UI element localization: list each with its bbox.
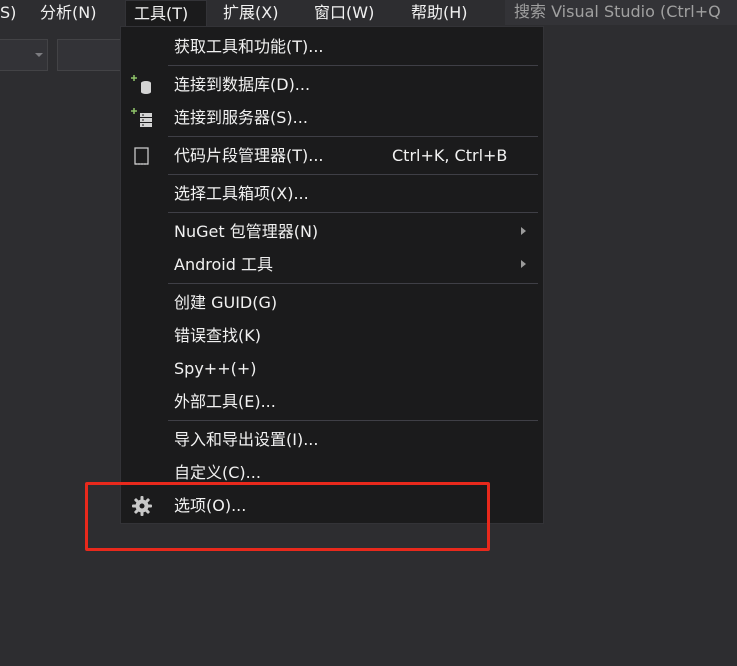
menu-analyze[interactable]: 分析(N): [34, 0, 102, 26]
menu-separator: [168, 174, 538, 175]
menu-item-android-tools[interactable]: Android 工具: [121, 248, 543, 281]
tools-dropdown-menu: 获取工具和功能(T)... 连接到数据库(D)... 连接到服务器(S)... …: [120, 26, 544, 524]
menu-item-connect-database[interactable]: 连接到数据库(D)...: [121, 68, 543, 101]
menu-item-error-lookup[interactable]: 错误查找(K): [121, 319, 543, 352]
menu-item-choose-toolbox-items[interactable]: 选择工具箱项(X)...: [121, 177, 543, 210]
menu-item-label: 连接到数据库(D)...: [174, 75, 311, 94]
menu-item-label: 连接到服务器(S)...: [174, 108, 308, 127]
menu-item-get-tools[interactable]: 获取工具和功能(T)...: [121, 30, 543, 63]
menu-separator: [168, 283, 538, 284]
menu-extensions[interactable]: 扩展(X): [217, 0, 284, 26]
menu-item-spy-plus-plus[interactable]: Spy++(+): [121, 352, 543, 385]
menu-item-nuget-package-manager[interactable]: NuGet 包管理器(N): [121, 215, 543, 248]
chevron-right-icon: [521, 227, 526, 235]
menu-bar: S) 分析(N) 工具(T) 扩展(X) 窗口(W) 帮助(H) 搜索 Visu…: [0, 0, 737, 26]
menu-item-label: 错误查找(K): [174, 326, 261, 345]
menu-separator: [168, 420, 538, 421]
menu-separator: [168, 212, 538, 213]
menu-item-label: 创建 GUID(G): [174, 293, 278, 312]
menu-item-code-snippets-manager[interactable]: 代码片段管理器(T)... Ctrl+K, Ctrl+B: [121, 139, 543, 172]
menu-item-label: 导入和导出设置(I)...: [174, 430, 319, 449]
menu-separator: [168, 136, 538, 137]
annotation-highlight-box: [85, 482, 490, 551]
menu-separator: [168, 65, 538, 66]
chevron-right-icon: [521, 260, 526, 268]
menu-help[interactable]: 帮助(H): [405, 0, 474, 26]
chevron-down-icon: [35, 53, 43, 57]
solution-config-combo[interactable]: [0, 39, 48, 71]
menu-item-label: 代码片段管理器(T)...: [174, 146, 324, 165]
search-input[interactable]: 搜索 Visual Studio (Ctrl+Q: [505, 0, 737, 25]
server-plus-icon: [131, 107, 153, 129]
menu-item-label: NuGet 包管理器(N): [174, 222, 319, 241]
menu-build[interactable]: S): [0, 0, 22, 26]
menu-item-shortcut: Ctrl+K, Ctrl+B: [392, 146, 508, 165]
menu-window[interactable]: 窗口(W): [308, 0, 380, 26]
menu-item-import-export-settings[interactable]: 导入和导出设置(I)...: [121, 423, 543, 456]
menu-item-label: 获取工具和功能(T)...: [174, 37, 324, 56]
menu-item-label: Spy++(+): [174, 359, 257, 378]
menu-item-label: 选择工具箱项(X)...: [174, 184, 309, 203]
menu-item-external-tools[interactable]: 外部工具(E)...: [121, 385, 543, 418]
menu-item-connect-server[interactable]: 连接到服务器(S)...: [121, 101, 543, 134]
database-plus-icon: [131, 74, 153, 96]
snippet-icon: [131, 145, 153, 167]
menu-item-label: 外部工具(E)...: [174, 392, 276, 411]
platform-combo[interactable]: [57, 39, 129, 71]
menu-item-create-guid[interactable]: 创建 GUID(G): [121, 286, 543, 319]
menu-tools[interactable]: 工具(T): [125, 0, 207, 26]
menu-item-label: Android 工具: [174, 255, 273, 274]
